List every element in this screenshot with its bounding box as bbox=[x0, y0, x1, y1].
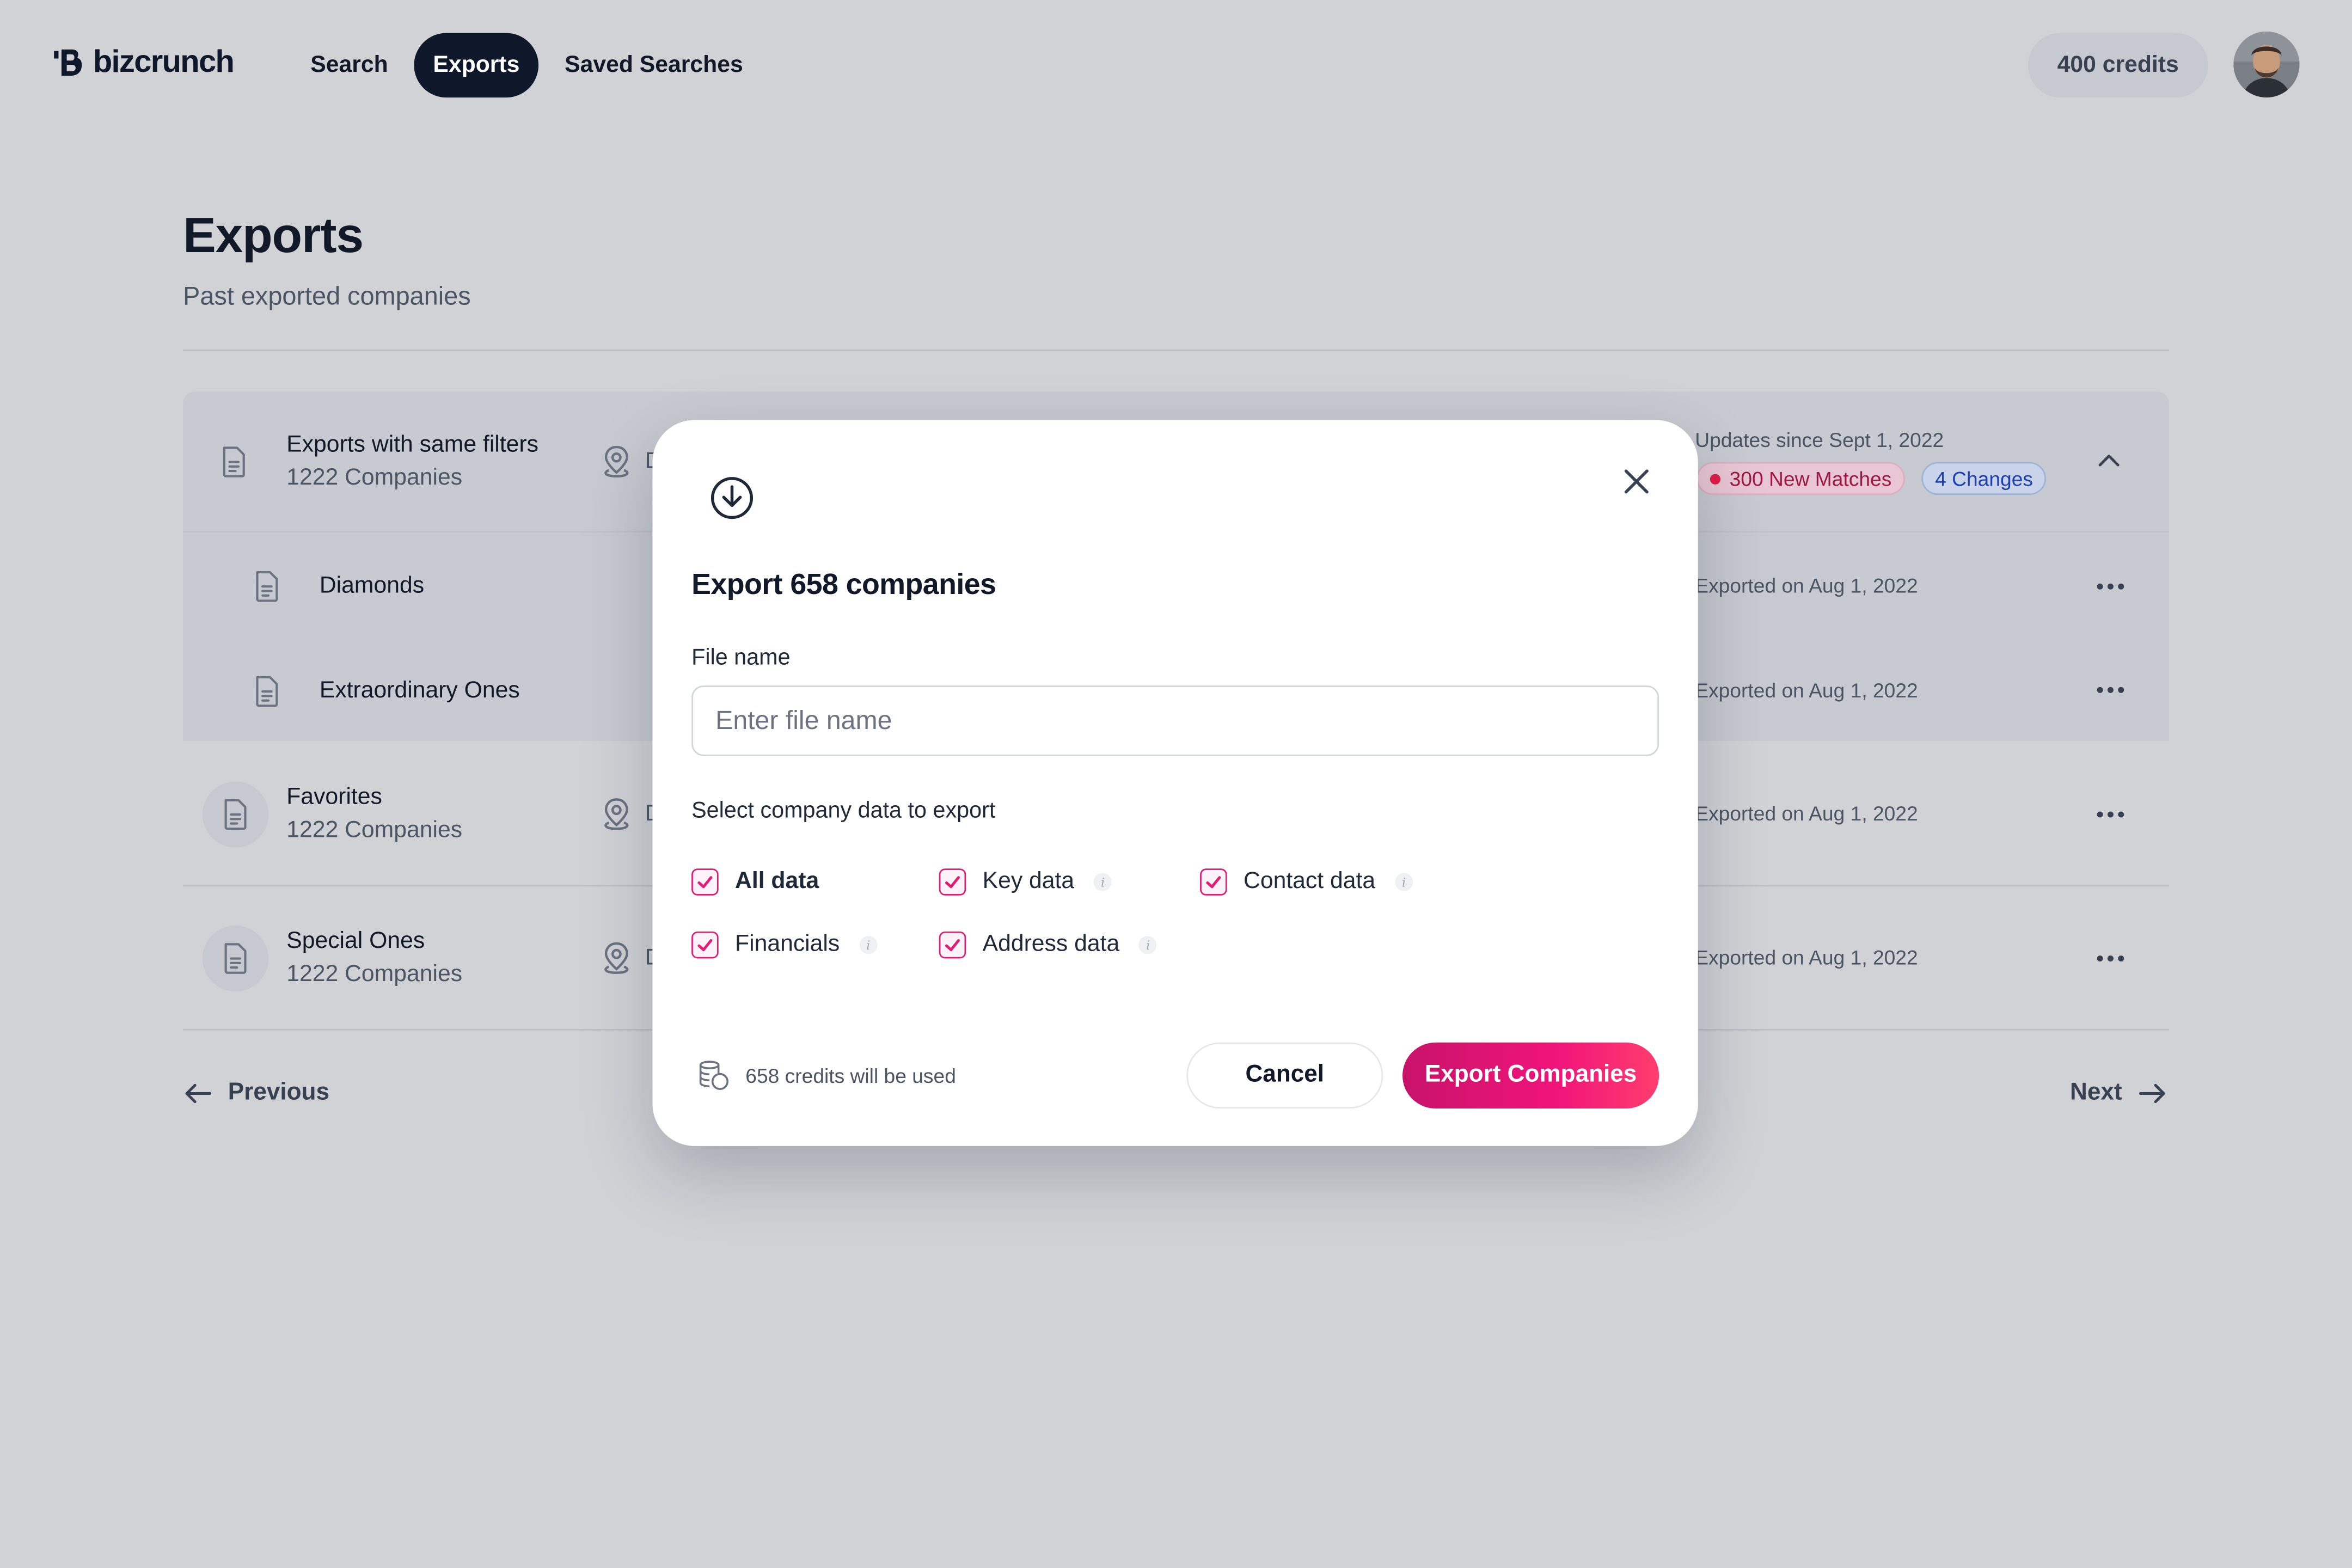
export-date: Exported on Aug 1, 2022 bbox=[1695, 679, 1918, 702]
info-icon[interactable]: i bbox=[859, 936, 878, 954]
checkbox-address-data[interactable]: Address data i bbox=[939, 931, 1157, 959]
file-name-input[interactable] bbox=[691, 685, 1659, 756]
nav-saved-searches[interactable]: Saved Searches bbox=[545, 33, 762, 97]
location-icon bbox=[604, 445, 629, 477]
next-button[interactable]: Next bbox=[2070, 1080, 2167, 1107]
chevron-up-icon[interactable] bbox=[2096, 450, 2123, 471]
export-date: Exported on Aug 1, 2022 bbox=[1695, 946, 1918, 969]
document-icon bbox=[256, 676, 278, 707]
nav-search[interactable]: Search bbox=[291, 33, 407, 97]
new-matches-badge[interactable]: 300 New Matches bbox=[1696, 462, 1906, 495]
coins-icon bbox=[699, 1061, 729, 1090]
bizcrunch-logo-icon bbox=[54, 49, 82, 76]
checkbox-key-data[interactable]: Key data i bbox=[939, 868, 1112, 896]
checkbox-box[interactable] bbox=[691, 868, 719, 896]
more-options-icon[interactable] bbox=[2094, 685, 2127, 695]
document-icon bbox=[224, 943, 247, 974]
document-icon bbox=[223, 446, 245, 477]
export-date: Exported on Aug 1, 2022 bbox=[1695, 574, 1918, 597]
export-companies-button[interactable]: Export Companies bbox=[1402, 1042, 1659, 1109]
export-modal bbox=[652, 420, 1698, 1146]
info-icon[interactable]: i bbox=[1139, 936, 1157, 954]
export-date: Exported on Aug 1, 2022 bbox=[1695, 802, 1918, 825]
changes-badge[interactable]: 4 Changes bbox=[1921, 462, 2047, 495]
modal-title: Export 658 companies bbox=[691, 568, 996, 602]
document-icon bbox=[256, 571, 278, 602]
avatar-image bbox=[2233, 31, 2300, 98]
download-circle-icon bbox=[710, 477, 754, 519]
credit-cost-text: 658 credits will be used bbox=[745, 1064, 956, 1087]
previous-button[interactable]: Previous bbox=[183, 1080, 329, 1107]
user-avatar[interactable] bbox=[2233, 31, 2300, 98]
brand-name: bizcrunch bbox=[93, 45, 235, 80]
group-title[interactable]: Exports with same filters bbox=[286, 432, 538, 459]
info-icon[interactable]: i bbox=[1394, 873, 1413, 891]
checkbox-contact-data[interactable]: Contact data i bbox=[1200, 868, 1413, 896]
main-nav: Search Exports Saved Searches bbox=[291, 33, 762, 98]
nav-exports[interactable]: Exports bbox=[413, 33, 540, 98]
status-dot bbox=[1710, 473, 1721, 484]
location-icon bbox=[604, 798, 629, 830]
row-icon-circle bbox=[202, 781, 269, 848]
page-background: bizcrunch Search Exports Saved Searches … bbox=[0, 0, 2352, 1568]
checkbox-box[interactable] bbox=[939, 931, 966, 959]
new-matches-label: 300 New Matches bbox=[1729, 467, 1892, 490]
more-options-icon[interactable] bbox=[2094, 810, 2127, 819]
info-icon[interactable]: i bbox=[1093, 873, 1112, 891]
checkbox-financials[interactable]: Financials i bbox=[691, 931, 878, 959]
more-options-icon[interactable] bbox=[2094, 582, 2127, 591]
title-divider bbox=[183, 349, 2169, 351]
previous-label: Previous bbox=[228, 1080, 330, 1106]
checkmark-icon bbox=[945, 876, 960, 889]
row-title[interactable]: Special Ones bbox=[286, 928, 425, 955]
cancel-button[interactable]: Cancel bbox=[1186, 1042, 1383, 1109]
checkbox-label: Contact data bbox=[1243, 868, 1376, 895]
checkbox-box[interactable] bbox=[691, 931, 719, 959]
checkmark-icon bbox=[1206, 876, 1221, 889]
checkbox-all-data[interactable]: All data bbox=[691, 868, 819, 896]
checkbox-label: Address data bbox=[982, 931, 1120, 957]
row-count: 1222 Companies bbox=[286, 817, 463, 843]
checkbox-box[interactable] bbox=[939, 868, 966, 896]
group-count: 1222 Companies bbox=[286, 465, 463, 491]
checkmark-icon bbox=[945, 939, 960, 952]
next-label: Next bbox=[2070, 1080, 2122, 1106]
select-data-label: Select company data to export bbox=[691, 798, 996, 824]
more-options-icon[interactable] bbox=[2094, 954, 2127, 963]
child-row-title[interactable]: Diamonds bbox=[320, 573, 424, 600]
location-icon bbox=[604, 942, 629, 974]
updates-since: Updates since Sept 1, 2022 bbox=[1695, 428, 1944, 452]
child-row-title[interactable]: Extraordinary Ones bbox=[320, 678, 520, 705]
credits-pill[interactable]: 400 credits bbox=[2028, 33, 2208, 98]
close-icon[interactable] bbox=[1621, 467, 1651, 497]
checkbox-label: Financials bbox=[734, 931, 840, 957]
page-title: Exports bbox=[183, 207, 364, 263]
arrow-right-icon bbox=[2139, 1083, 2165, 1104]
row-title[interactable]: Favorites bbox=[286, 785, 382, 812]
checkbox-label: Key data bbox=[982, 868, 1075, 895]
checkbox-box[interactable] bbox=[1200, 868, 1227, 896]
row-count: 1222 Companies bbox=[286, 961, 463, 987]
row-icon-circle bbox=[202, 925, 269, 992]
brand-logo[interactable]: bizcrunch bbox=[51, 45, 235, 81]
arrow-left-icon bbox=[185, 1083, 212, 1104]
document-icon bbox=[224, 799, 247, 830]
credit-cost: 658 credits will be used bbox=[697, 1059, 956, 1092]
checkbox-label: All data bbox=[734, 868, 819, 895]
file-name-label: File name bbox=[691, 645, 791, 671]
checkmark-icon bbox=[697, 939, 713, 952]
page-subtitle: Past exported companies bbox=[183, 281, 471, 311]
checkmark-icon bbox=[697, 876, 713, 889]
